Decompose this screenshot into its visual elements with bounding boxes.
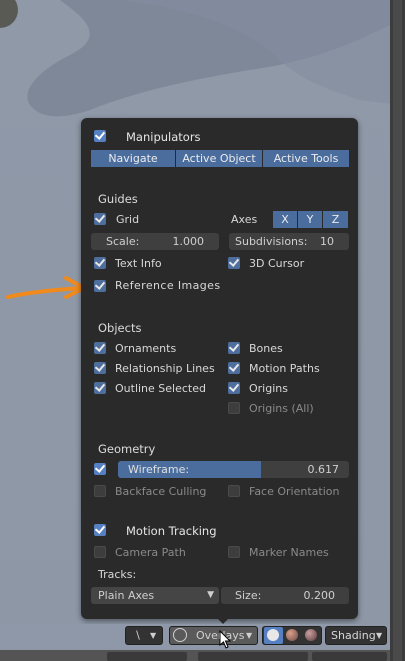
overlays-dropdown[interactable]: Overlays ▼	[169, 626, 258, 645]
chevron-down-icon: ▼	[376, 631, 383, 640]
reference-images-label: Reference Images	[115, 279, 221, 292]
snap-icon: ∖	[134, 629, 142, 642]
marker-names-checkbox[interactable]	[228, 546, 240, 558]
size-label: Size:	[235, 589, 262, 602]
axes-label: Axes	[231, 213, 258, 226]
wireframe-label: Wireframe:	[128, 463, 190, 476]
origins-all-label: Origins (All)	[249, 402, 314, 415]
ornaments-checkbox[interactable]	[94, 342, 106, 354]
shading-label: Shading	[331, 629, 376, 642]
origins-all-checkbox[interactable]	[228, 402, 240, 414]
motion-tracking-checkbox[interactable]	[94, 524, 106, 536]
camera-path-label: Camera Path	[115, 546, 186, 559]
snap-dropdown[interactable]: ∖ ▼	[125, 626, 163, 645]
tab-navigate[interactable]: Navigate	[91, 150, 175, 167]
status-bar	[0, 650, 390, 661]
grid-subdivisions-field[interactable]: Subdivisions: 10	[229, 233, 349, 250]
axis-x-toggle[interactable]: X	[273, 211, 297, 228]
motion-tracking-label: Motion Tracking	[126, 524, 217, 538]
chevron-down-icon: ▼	[150, 631, 157, 640]
wireframe-checkbox[interactable]	[94, 463, 106, 475]
globe-icon	[173, 628, 187, 642]
grid-label: Grid	[116, 213, 140, 226]
grid-scale-field[interactable]: Scale: 1.000	[91, 233, 219, 250]
material-sphere-icon[interactable]	[286, 629, 298, 641]
axis-z-toggle[interactable]: Z	[323, 211, 348, 228]
rendered-sphere-icon[interactable]	[305, 629, 317, 641]
motion-paths-checkbox[interactable]	[228, 362, 240, 374]
scale-label: Scale:	[106, 235, 140, 248]
face-orientation-label: Face Orientation	[249, 485, 340, 498]
tab-active-tools[interactable]: Active Tools	[262, 150, 349, 167]
chevron-down-icon: ▼	[246, 631, 253, 640]
subdivisions-label: Subdivisions:	[235, 235, 308, 248]
manipulators-label: Manipulators	[126, 130, 201, 144]
wireframe-value: 0.617	[307, 463, 340, 476]
outline-selected-checkbox[interactable]	[94, 382, 106, 394]
grid-checkbox[interactable]	[94, 213, 106, 225]
origins-label: Origins	[249, 382, 288, 395]
3d-cursor-label: 3D Cursor	[249, 257, 305, 270]
geometry-heading: Geometry	[98, 442, 156, 456]
tracks-value: Plain Axes	[98, 589, 155, 602]
popover-pointer	[214, 615, 232, 624]
solid-sphere-icon	[267, 629, 279, 641]
scale-value: 1.000	[172, 235, 205, 248]
manipulators-checkbox[interactable]	[94, 130, 106, 142]
ornaments-label: Ornaments	[115, 342, 177, 355]
face-orientation-checkbox[interactable]	[228, 485, 240, 497]
objects-heading: Objects	[98, 321, 142, 335]
axis-y-toggle[interactable]: Y	[298, 211, 322, 228]
camera-path-checkbox[interactable]	[94, 546, 106, 558]
outline-selected-label: Outline Selected	[115, 382, 206, 395]
track-size-field[interactable]: Size: 0.200	[221, 587, 349, 604]
tracks-label: Tracks:	[98, 568, 137, 581]
relationship-lines-checkbox[interactable]	[94, 362, 106, 374]
tab-active-object[interactable]: Active Object	[175, 150, 262, 167]
chevron-down-icon: ▼	[207, 590, 214, 600]
guides-heading: Guides	[98, 192, 138, 206]
bones-checkbox[interactable]	[228, 342, 240, 354]
backface-culling-label: Backface Culling	[115, 485, 207, 498]
bones-label: Bones	[249, 342, 283, 355]
viewport-scrollbar[interactable]	[390, 0, 405, 661]
mouse-cursor-icon	[219, 630, 232, 649]
shading-dropdown[interactable]: Shading ▼	[325, 626, 387, 645]
backface-culling-checkbox[interactable]	[94, 485, 106, 497]
marker-names-label: Marker Names	[249, 546, 329, 559]
origins-checkbox[interactable]	[228, 382, 240, 394]
wireframe-slider[interactable]: Wireframe: 0.617	[118, 461, 349, 478]
subdivisions-value: 10	[320, 235, 334, 248]
tracks-dropdown[interactable]: Plain Axes ▼	[91, 587, 219, 604]
reference-images-checkbox[interactable]	[94, 280, 106, 292]
size-value: 0.200	[303, 589, 336, 602]
shading-mode-group	[262, 626, 322, 645]
3d-cursor-checkbox[interactable]	[228, 257, 240, 269]
relationship-lines-label: Relationship Lines	[115, 362, 215, 375]
motion-paths-label: Motion Paths	[249, 362, 320, 375]
text-info-checkbox[interactable]	[94, 257, 106, 269]
text-info-label: Text Info	[115, 257, 162, 270]
